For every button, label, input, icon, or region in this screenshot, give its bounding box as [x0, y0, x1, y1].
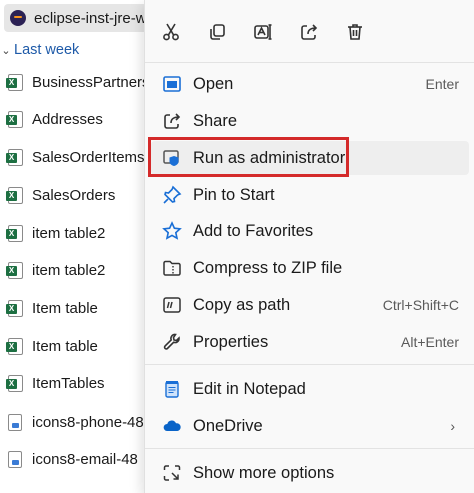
list-item[interactable]: icons8-phone-48 [8, 410, 144, 434]
list-item[interactable]: SalesOrders [6, 183, 116, 207]
wrench-icon [161, 331, 183, 353]
excel-icon [6, 374, 23, 392]
excel-icon [6, 337, 23, 355]
file-name: Addresses [32, 110, 103, 128]
chevron-down-icon: ⌄ [1, 44, 11, 57]
menu-item-add-to-favorites[interactable]: Add to Favorites [151, 214, 469, 248]
excel-icon [6, 110, 23, 128]
menu-item-edit-in-notepad[interactable]: Edit in Notepad [151, 372, 469, 406]
menu-separator [145, 364, 474, 365]
menu-item-label: Pin to Start [193, 185, 275, 204]
cloud-icon [161, 415, 183, 437]
image-file-icon [8, 450, 22, 468]
menu-item-label: Copy as path [193, 295, 291, 314]
shield-icon [161, 147, 183, 169]
menu-item-share[interactable]: Share [151, 104, 469, 138]
excel-icon [6, 186, 23, 204]
menu-item-compress-to-zip[interactable]: Compress to ZIP file [151, 251, 469, 285]
file-name: Item table [32, 299, 98, 317]
menu-item-label: Show more options [193, 463, 335, 482]
group-header-last-week[interactable]: ⌄ Last week [0, 40, 79, 60]
list-item[interactable]: item table2 [6, 258, 106, 282]
list-item[interactable]: item table2 [6, 221, 106, 245]
copy-button[interactable] [197, 12, 237, 52]
menu-item-label: OneDrive [193, 416, 263, 435]
menu-item-show-more-options[interactable]: Show more options [151, 456, 469, 490]
list-item[interactable]: Addresses [6, 107, 103, 131]
file-name: eclipse-inst-jre-wi [34, 9, 150, 27]
excel-icon [6, 73, 23, 91]
zip-folder-icon [161, 257, 183, 279]
file-name: SalesOrders [32, 186, 116, 204]
file-name: icons8-email-48 [32, 450, 138, 468]
list-item[interactable]: SalesOrderItems [6, 145, 145, 169]
file-name: SalesOrderItems [32, 148, 145, 166]
group-header-label: Last week [14, 42, 80, 58]
menu-item-open[interactable]: Open Enter [151, 67, 469, 101]
menu-item-label: Run as administrator [193, 148, 346, 167]
file-name: ItemTables [32, 374, 105, 392]
menu-item-label: Open [193, 74, 234, 93]
file-name: item table2 [32, 261, 106, 279]
list-item[interactable]: Item table [6, 334, 98, 358]
trash-icon [348, 24, 362, 40]
menu-item-label: Add to Favorites [193, 221, 314, 240]
menu-item-run-as-administrator[interactable]: Run as administrator [151, 141, 469, 175]
menu-item-label: Share [193, 111, 238, 130]
excel-icon [6, 299, 23, 317]
list-item[interactable]: BusinessPartners [6, 70, 150, 94]
pin-icon [161, 184, 183, 206]
rename-button[interactable] [243, 12, 283, 52]
menu-item-copy-as-path[interactable]: Copy as path Ctrl+Shift+C [151, 288, 469, 322]
share-icon [301, 24, 318, 40]
copy-icon [210, 24, 225, 40]
rename-icon [254, 24, 272, 40]
selected-file-eclipse-installer[interactable]: eclipse-inst-jre-wi [4, 4, 154, 32]
open-window-icon [161, 73, 183, 95]
menu-separator [145, 448, 474, 449]
quick-action-bar [145, 10, 474, 54]
menu-item-properties[interactable]: Properties Alt+Enter [151, 325, 469, 359]
menu-item-shortcut: Alt+Enter [401, 334, 459, 350]
menu-item-onedrive[interactable]: OneDrive › [151, 409, 469, 443]
share-icon [161, 110, 183, 132]
more-options-icon [161, 462, 183, 484]
menu-item-label: Compress to ZIP file [193, 258, 343, 277]
excel-icon [6, 224, 23, 242]
menu-item-shortcut: Ctrl+Shift+C [382, 297, 459, 313]
copy-path-icon [161, 294, 183, 316]
menu-item-shortcut: Enter [425, 76, 459, 92]
file-name: item table2 [32, 224, 106, 242]
delete-button[interactable] [335, 12, 375, 52]
menu-item-pin-to-start[interactable]: Pin to Start [151, 178, 469, 212]
menu-separator [145, 62, 474, 63]
menu-item-label: Properties [193, 332, 269, 351]
menu-item-label: Edit in Notepad [193, 379, 306, 398]
chevron-right-icon: › [450, 418, 455, 434]
excel-icon [6, 261, 23, 279]
list-item[interactable]: Item table [6, 296, 98, 320]
file-name: BusinessPartners [32, 73, 150, 91]
context-menu: Open Enter Share Run as administrator Pi… [144, 0, 474, 493]
notepad-icon [161, 378, 183, 400]
image-file-icon [8, 413, 22, 431]
cut-button[interactable] [151, 12, 191, 52]
list-item[interactable]: icons8-email-48 [8, 447, 138, 471]
scissors-icon [163, 23, 179, 41]
excel-icon [6, 148, 23, 166]
share-quick-button[interactable] [289, 12, 329, 52]
file-name: icons8-phone-48 [32, 413, 144, 431]
star-icon [161, 220, 183, 242]
list-item[interactable]: ItemTables [6, 371, 105, 395]
eclipse-icon [10, 10, 26, 26]
file-name: Item table [32, 337, 98, 355]
